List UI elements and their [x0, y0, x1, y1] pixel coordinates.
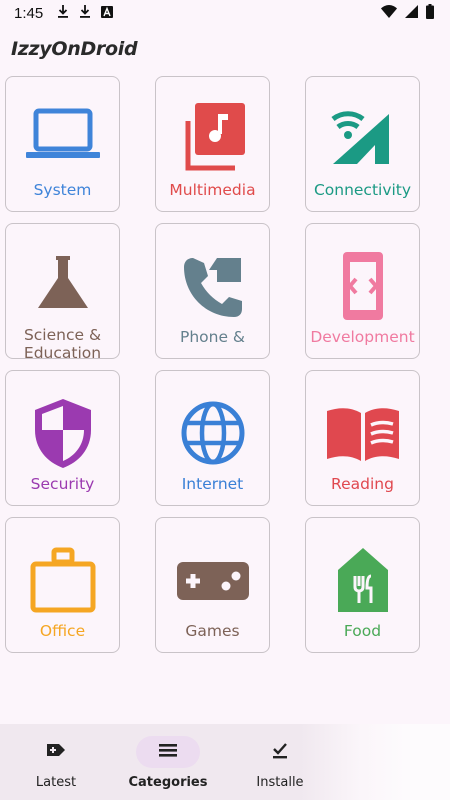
cell-signal-icon: [405, 4, 418, 22]
category-label: Internet: [181, 475, 244, 493]
category-label: Connectivity: [313, 181, 412, 199]
category-tile-system[interactable]: System: [5, 76, 120, 212]
category-tile-reading[interactable]: Reading: [305, 370, 420, 506]
nav-label-installed: Installe: [256, 775, 304, 790]
category-tile-office[interactable]: Office: [5, 517, 120, 653]
nav-fade-overlay: [300, 724, 450, 800]
category-tile-food[interactable]: Food: [305, 517, 420, 653]
gamepad-icon: [173, 540, 253, 620]
download-icon: [79, 4, 91, 22]
category-label: Development: [310, 328, 415, 346]
nav-label-categories: Categories: [128, 775, 208, 790]
nav-item-latest[interactable]: Latest: [0, 724, 112, 800]
installed-check-icon: [271, 741, 289, 764]
developer-mode-icon: [323, 246, 403, 326]
categories-list-icon: [158, 742, 178, 763]
category-label: Security: [30, 475, 95, 493]
category-label: Reading: [331, 475, 394, 493]
status-bar: 1:45: [0, 0, 450, 26]
shield-icon: [23, 393, 103, 473]
nav-item-categories[interactable]: Categories: [112, 724, 224, 800]
category-tile-internet[interactable]: Internet: [155, 370, 270, 506]
battery-icon: [426, 3, 434, 23]
app-title: IzzyOnDroid: [11, 38, 138, 60]
category-tile-development[interactable]: Development: [305, 223, 420, 359]
category-label: Multimedia: [169, 181, 256, 199]
category-label: Office: [39, 622, 86, 640]
category-label: Phone &: [179, 328, 246, 346]
briefcase-icon: [23, 540, 103, 620]
font-app-icon: [101, 5, 114, 22]
laptop-icon: [23, 99, 103, 179]
phone-forward-icon: [173, 246, 253, 326]
category-tile-phone[interactable]: Phone &: [155, 223, 270, 359]
flask-icon: [23, 246, 103, 326]
category-label: System: [33, 181, 92, 199]
status-time: 1:45: [14, 4, 44, 22]
category-label: Food: [343, 622, 382, 640]
wifi-icon: [381, 4, 397, 22]
wifi-signal-icon: [323, 99, 403, 179]
open-book-icon: [323, 393, 403, 473]
category-tile-multimedia[interactable]: Multimedia: [155, 76, 270, 212]
category-tile-games[interactable]: Games: [155, 517, 270, 653]
category-grid: System Multimedia Connectivity Science &…: [5, 76, 425, 653]
globe-icon: [173, 393, 253, 473]
nav-label-latest: Latest: [35, 775, 77, 790]
category-label: Science & Education: [23, 326, 102, 362]
category-label: Games: [185, 622, 240, 640]
download-icon: [57, 4, 69, 22]
category-tile-science-education[interactable]: Science & Education: [5, 223, 120, 362]
category-tile-security[interactable]: Security: [5, 370, 120, 506]
category-tile-connectivity[interactable]: Connectivity: [305, 76, 420, 212]
restaurant-house-icon: [323, 540, 403, 620]
new-label-icon: [45, 741, 67, 764]
music-library-icon: [173, 99, 253, 179]
